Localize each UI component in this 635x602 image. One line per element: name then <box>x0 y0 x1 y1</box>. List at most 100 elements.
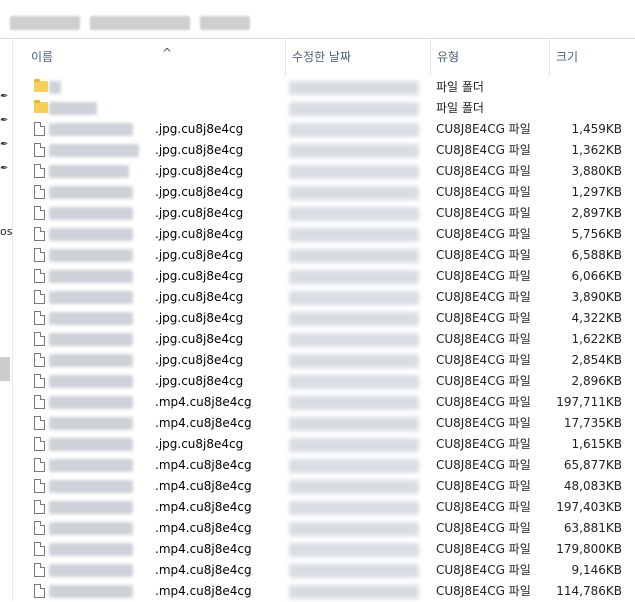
type-cell: CU8J8E4CG 파일 <box>436 374 531 388</box>
name-cell: .mp4.cu8j8e4cg <box>33 455 303 476</box>
navigation-pane: ✒ ✒ ✒ ✒ os <box>0 39 13 601</box>
file-row[interactable]: .jpg.cu8j8e4cg CU8J8E4CG 파일 1,615KB <box>13 434 635 455</box>
file-row[interactable]: .jpg.cu8j8e4cg CU8J8E4CG 파일 3,890KB <box>13 287 635 308</box>
date-blurred <box>289 354 419 368</box>
filename-blurred <box>49 228 133 241</box>
file-row[interactable]: .jpg.cu8j8e4cg CU8J8E4CG 파일 6,066KB <box>13 266 635 287</box>
type-cell: 파일 폴더 <box>436 80 484 94</box>
date-blurred <box>289 81 419 95</box>
date-cell <box>289 581 429 602</box>
type-cell: CU8J8E4CG 파일 <box>436 584 531 598</box>
filename-blurred <box>49 480 133 493</box>
filename-blurred <box>49 375 133 388</box>
file-row[interactable]: .jpg.cu8j8e4cg CU8J8E4CG 파일 1,297KB <box>13 182 635 203</box>
type-cell: CU8J8E4CG 파일 <box>436 332 531 346</box>
filename-blurred <box>49 564 133 577</box>
file-row[interactable]: .mp4.cu8j8e4cg CU8J8E4CG 파일 114,786KB <box>13 581 635 602</box>
name-cell: .mp4.cu8j8e4cg <box>33 392 303 413</box>
filename-blurred <box>49 459 133 472</box>
size-cell <box>541 77 622 98</box>
file-row[interactable]: .jpg.cu8j8e4cg CU8J8E4CG 파일 3,880KB <box>13 161 635 182</box>
file-row[interactable]: .mp4.cu8j8e4cg CU8J8E4CG 파일 17,735KB <box>13 413 635 434</box>
type-cell: CU8J8E4CG 파일 <box>436 164 531 178</box>
name-cell: .jpg.cu8j8e4cg <box>33 329 303 350</box>
pin-icon: ✒ <box>0 139 9 150</box>
file-row[interactable]: .mp4.cu8j8e4cg CU8J8E4CG 파일 197,711KB <box>13 392 635 413</box>
name-cell: .jpg.cu8j8e4cg <box>33 287 303 308</box>
size-cell: 4,322KB <box>571 311 622 325</box>
file-row[interactable]: .mp4.cu8j8e4cg CU8J8E4CG 파일 179,800KB <box>13 539 635 560</box>
file-row[interactable]: .mp4.cu8j8e4cg CU8J8E4CG 파일 63,881KB <box>13 518 635 539</box>
file-row[interactable]: .jpg.cu8j8e4cg CU8J8E4CG 파일 4,322KB <box>13 308 635 329</box>
nav-item-label[interactable]: os <box>0 225 12 238</box>
date-cell <box>289 245 429 266</box>
size-cell: 2,896KB <box>571 374 622 388</box>
file-icon <box>34 311 45 325</box>
file-extension: .mp4.cu8j8e4cg <box>155 395 252 409</box>
date-cell <box>289 287 429 308</box>
file-row[interactable]: .mp4.cu8j8e4cg CU8J8E4CG 파일 65,877KB <box>13 455 635 476</box>
date-cell <box>289 77 429 98</box>
file-extension: .jpg.cu8j8e4cg <box>155 143 244 157</box>
column-header-date[interactable]: 수정한 날짜 <box>286 39 431 76</box>
nav-scrollbar[interactable] <box>0 357 10 381</box>
file-row[interactable]: .jpg.cu8j8e4cg CU8J8E4CG 파일 5,756KB <box>13 224 635 245</box>
file-extension: .jpg.cu8j8e4cg <box>155 206 244 220</box>
name-cell: .jpg.cu8j8e4cg <box>33 434 303 455</box>
folder-row[interactable]: 파일 폴더 <box>13 98 635 119</box>
date-cell <box>289 476 429 497</box>
file-row[interactable]: .mp4.cu8j8e4cg CU8J8E4CG 파일 48,083KB <box>13 476 635 497</box>
name-cell: .jpg.cu8j8e4cg <box>33 224 303 245</box>
file-row[interactable]: .jpg.cu8j8e4cg CU8J8E4CG 파일 1,459KB <box>13 119 635 140</box>
file-extension: .jpg.cu8j8e4cg <box>155 374 244 388</box>
folder-row[interactable]: 파일 폴더 <box>13 77 635 98</box>
date-blurred <box>289 270 419 284</box>
filename-blurred <box>49 186 133 199</box>
filename-blurred <box>49 501 133 514</box>
name-cell: .mp4.cu8j8e4cg <box>33 413 303 434</box>
size-cell: 5,756KB <box>571 227 622 241</box>
file-row[interactable]: .jpg.cu8j8e4cg CU8J8E4CG 파일 2,897KB <box>13 203 635 224</box>
file-row[interactable]: .jpg.cu8j8e4cg CU8J8E4CG 파일 6,588KB <box>13 245 635 266</box>
name-cell: .jpg.cu8j8e4cg <box>33 371 303 392</box>
file-extension: .jpg.cu8j8e4cg <box>155 248 244 262</box>
address-path-blurred <box>10 16 80 30</box>
file-row[interactable]: .mp4.cu8j8e4cg CU8J8E4CG 파일 197,403KB <box>13 497 635 518</box>
file-row[interactable]: .jpg.cu8j8e4cg CU8J8E4CG 파일 1,622KB <box>13 329 635 350</box>
column-header-name[interactable]: 이름 ^ <box>25 39 286 76</box>
date-cell <box>289 350 429 371</box>
column-header-type[interactable]: 유형 <box>431 39 550 76</box>
column-header-size[interactable]: 크기 <box>550 39 635 76</box>
file-row[interactable]: .jpg.cu8j8e4cg CU8J8E4CG 파일 2,854KB <box>13 350 635 371</box>
size-cell: 114,786KB <box>556 584 622 598</box>
column-size-label: 크기 <box>556 50 579 64</box>
file-extension: .jpg.cu8j8e4cg <box>155 227 244 241</box>
date-blurred <box>289 123 419 137</box>
address-bar[interactable] <box>0 0 635 39</box>
size-cell: 1,362KB <box>571 143 622 157</box>
date-cell <box>289 434 429 455</box>
folder-icon <box>34 79 48 92</box>
type-cell: CU8J8E4CG 파일 <box>436 353 531 367</box>
file-icon <box>34 542 45 556</box>
type-cell: CU8J8E4CG 파일 <box>436 542 531 556</box>
date-blurred <box>289 249 419 263</box>
file-row[interactable]: .jpg.cu8j8e4cg CU8J8E4CG 파일 2,896KB <box>13 371 635 392</box>
name-cell <box>33 98 303 119</box>
date-blurred <box>289 102 419 116</box>
filename-blurred <box>49 81 61 94</box>
date-cell <box>289 266 429 287</box>
size-cell: 1,615KB <box>571 437 622 451</box>
file-icon <box>34 500 45 514</box>
file-icon <box>34 479 45 493</box>
file-icon <box>34 122 45 136</box>
type-cell: CU8J8E4CG 파일 <box>436 479 531 493</box>
type-cell: CU8J8E4CG 파일 <box>436 458 531 472</box>
file-icon <box>34 437 45 451</box>
filename-blurred <box>49 396 133 409</box>
file-row[interactable]: .jpg.cu8j8e4cg CU8J8E4CG 파일 1,362KB <box>13 140 635 161</box>
size-cell: 197,711KB <box>556 395 622 409</box>
date-blurred <box>289 312 419 326</box>
file-row[interactable]: .mp4.cu8j8e4cg CU8J8E4CG 파일 9,146KB <box>13 560 635 581</box>
type-cell: CU8J8E4CG 파일 <box>436 563 531 577</box>
